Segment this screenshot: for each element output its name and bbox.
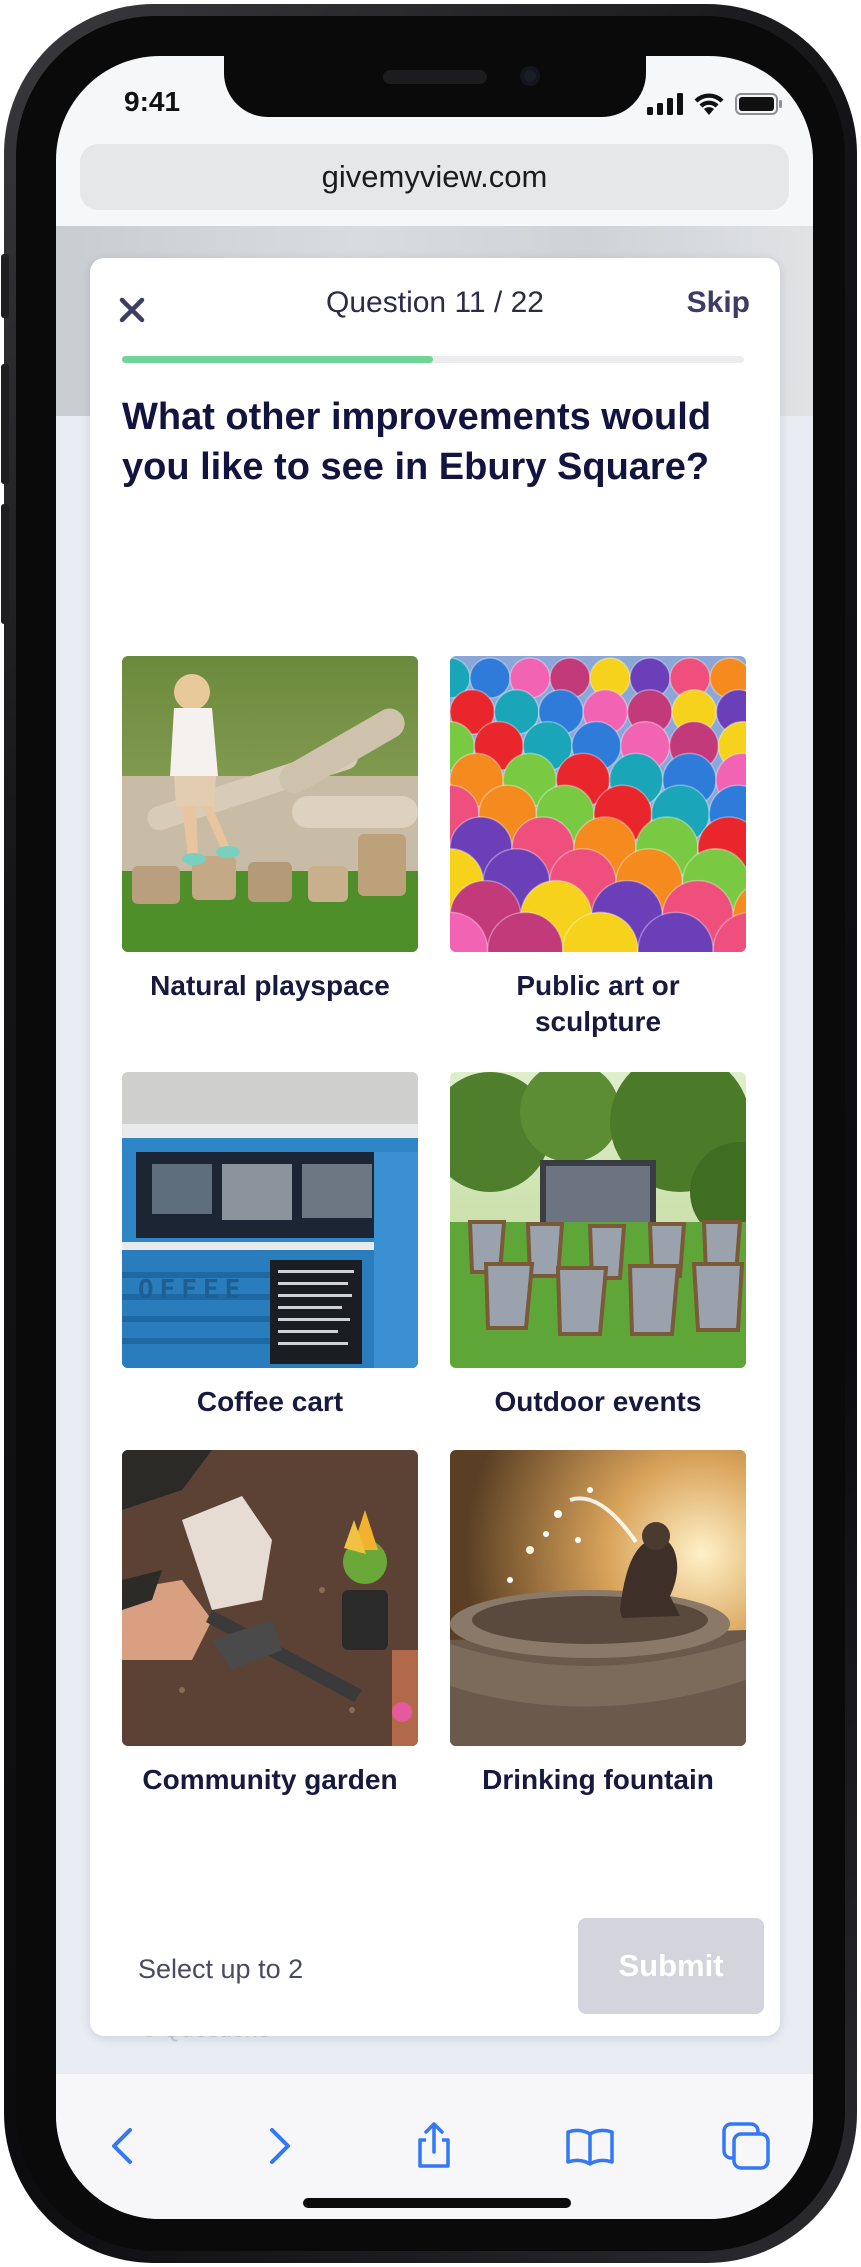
- screen: 9:41 givemyview.com 8 Ques: [56, 56, 813, 2219]
- outdoor-events-image: [450, 1072, 746, 1368]
- phone-frame: 9:41 givemyview.com 8 Ques: [1, 4, 857, 2263]
- chevron-left-icon[interactable]: [98, 2120, 150, 2172]
- coffee-cart-image: OFFEE: [122, 1072, 418, 1368]
- mute-switch: [1, 254, 9, 318]
- option-label: Drinking fountain: [482, 1764, 714, 1795]
- submit-button[interactable]: Submit: [578, 1918, 764, 2014]
- option-label: Natural playspace: [150, 970, 390, 1001]
- home-indicator: [303, 2198, 571, 2208]
- option-label: Public art or sculpture: [516, 970, 680, 1037]
- option-community-garden[interactable]: Community garden: [122, 1450, 418, 1798]
- front-camera: [520, 66, 540, 86]
- natural-playspace-image: [122, 656, 418, 952]
- status-icons: [647, 92, 783, 115]
- option-label: Outdoor events: [494, 1386, 702, 1417]
- browser-toolbar: [56, 2074, 813, 2219]
- url-text: givemyview.com: [321, 159, 548, 194]
- tabs-icon[interactable]: [720, 2120, 772, 2172]
- public-art-image: [450, 656, 746, 952]
- volume-down-button: [1, 504, 9, 624]
- community-garden-image: [122, 1450, 418, 1746]
- option-drinking-fountain[interactable]: Drinking fountain: [450, 1450, 746, 1798]
- wifi-icon: [694, 93, 724, 115]
- selection-hint: Select up to 2: [138, 1954, 304, 1984]
- skip-button[interactable]: Skip: [687, 286, 750, 320]
- speaker: [383, 70, 487, 84]
- question-title: What other improvements would you like t…: [122, 396, 712, 488]
- option-public-art[interactable]: Public art or sculpture: [450, 656, 746, 1040]
- chevron-right-icon[interactable]: [252, 2120, 304, 2172]
- battery-icon: [735, 93, 782, 115]
- share-icon[interactable]: [408, 2120, 460, 2172]
- status-time: 9:41: [124, 86, 181, 117]
- drinking-fountain-image: [450, 1450, 746, 1746]
- survey-card: Question 11 / 22 Skip What other improve…: [90, 258, 780, 2036]
- option-natural-playspace[interactable]: Natural playspace: [122, 656, 418, 1004]
- question-counter: Question 11 / 22: [326, 286, 544, 319]
- progress-fill: [122, 356, 433, 363]
- option-coffee-cart[interactable]: OFFEE Coffee cart: [122, 1072, 418, 1420]
- volume-up-button: [1, 364, 9, 484]
- option-label: Community garden: [142, 1764, 398, 1795]
- option-outdoor-events[interactable]: Outdoor events: [450, 1072, 746, 1420]
- book-icon[interactable]: [564, 2120, 616, 2172]
- address-bar[interactable]: givemyview.com: [80, 144, 789, 210]
- svg-text:OFFEE: OFFEE: [138, 1275, 246, 1305]
- progress-bar: [122, 356, 744, 363]
- notch: [224, 56, 646, 117]
- signal-icon: [647, 93, 683, 115]
- option-label: Coffee cart: [196, 1386, 344, 1417]
